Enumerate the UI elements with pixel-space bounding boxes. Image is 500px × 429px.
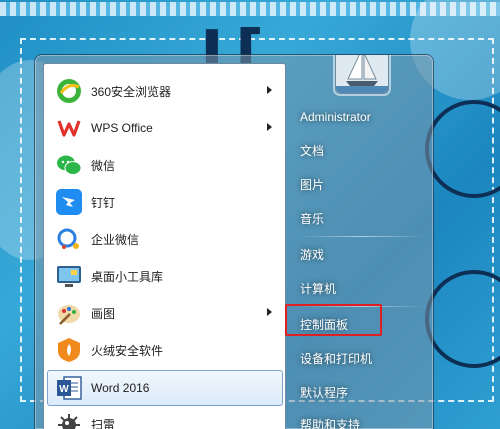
control-panel-highlight (285, 304, 382, 336)
user-name-link[interactable]: Administrator (293, 103, 429, 131)
right-item-default-programs[interactable]: 默认程序 (293, 379, 429, 407)
program-item-minesweeper[interactable]: 扫雷 (48, 407, 282, 429)
program-label: 360安全浏览器 (91, 84, 172, 99)
program-item-desktop-gadgets[interactable]: 桌面小工具库 (48, 259, 282, 293)
right-item-devices-printers[interactable]: 设备和打印机 (293, 345, 429, 373)
desktop-gadgets-icon (54, 261, 84, 291)
submenu-arrow-icon (267, 308, 272, 316)
submenu-arrow-icon (267, 123, 272, 131)
wecom-icon (54, 224, 84, 254)
program-item-wecom[interactable]: 企业微信 (48, 222, 282, 256)
program-list: 360安全浏览器 WPS Office 微信 钉钉 企业微信 桌面小工具库 画图… (43, 63, 286, 429)
huorong-security-icon (54, 335, 84, 365)
program-item-paint[interactable]: 画图 (48, 296, 282, 330)
program-label: 扫雷 (91, 417, 116, 429)
right-item-music[interactable]: 音乐 (293, 205, 429, 233)
program-item-huorong[interactable]: 火绒安全软件 (48, 333, 282, 367)
program-item-wechat[interactable]: 微信 (48, 148, 282, 182)
program-label: Word 2016 (91, 381, 150, 395)
word-icon: W (54, 373, 84, 403)
wechat-icon (54, 150, 84, 180)
program-item-360-browser[interactable]: 360安全浏览器 (48, 74, 282, 108)
program-label: WPS Office (91, 121, 153, 135)
right-item-pictures[interactable]: 图片 (293, 171, 429, 199)
wps-office-icon (54, 113, 84, 143)
program-label: 火绒安全软件 (91, 343, 164, 358)
dingtalk-icon (54, 187, 84, 217)
minesweeper-icon (54, 409, 84, 429)
menu-separator (297, 236, 425, 237)
browser-360-icon (54, 76, 84, 106)
submenu-arrow-icon (267, 86, 272, 94)
program-label: 画图 (91, 306, 116, 321)
program-label: 桌面小工具库 (91, 269, 164, 284)
right-item-documents[interactable]: 文档 (293, 137, 429, 165)
paint-icon (54, 298, 84, 328)
program-item-word-2016[interactable]: W Word 2016 (47, 370, 283, 406)
program-label: 钉钉 (91, 195, 116, 210)
svg-text:W: W (59, 384, 69, 395)
start-menu: 360安全浏览器 WPS Office 微信 钉钉 企业微信 桌面小工具库 画图… (35, 55, 433, 429)
program-item-dingtalk[interactable]: 钉钉 (48, 185, 282, 219)
program-label: 企业微信 (91, 232, 140, 247)
right-item-help-support[interactable]: 帮助和支持 (293, 411, 429, 429)
program-label: 微信 (91, 158, 116, 173)
right-item-computer[interactable]: 计算机 (293, 275, 429, 303)
right-item-games[interactable]: 游戏 (293, 241, 429, 269)
sailboat-avatar-icon[interactable] (336, 55, 388, 93)
program-item-wps-office[interactable]: WPS Office (48, 111, 282, 145)
